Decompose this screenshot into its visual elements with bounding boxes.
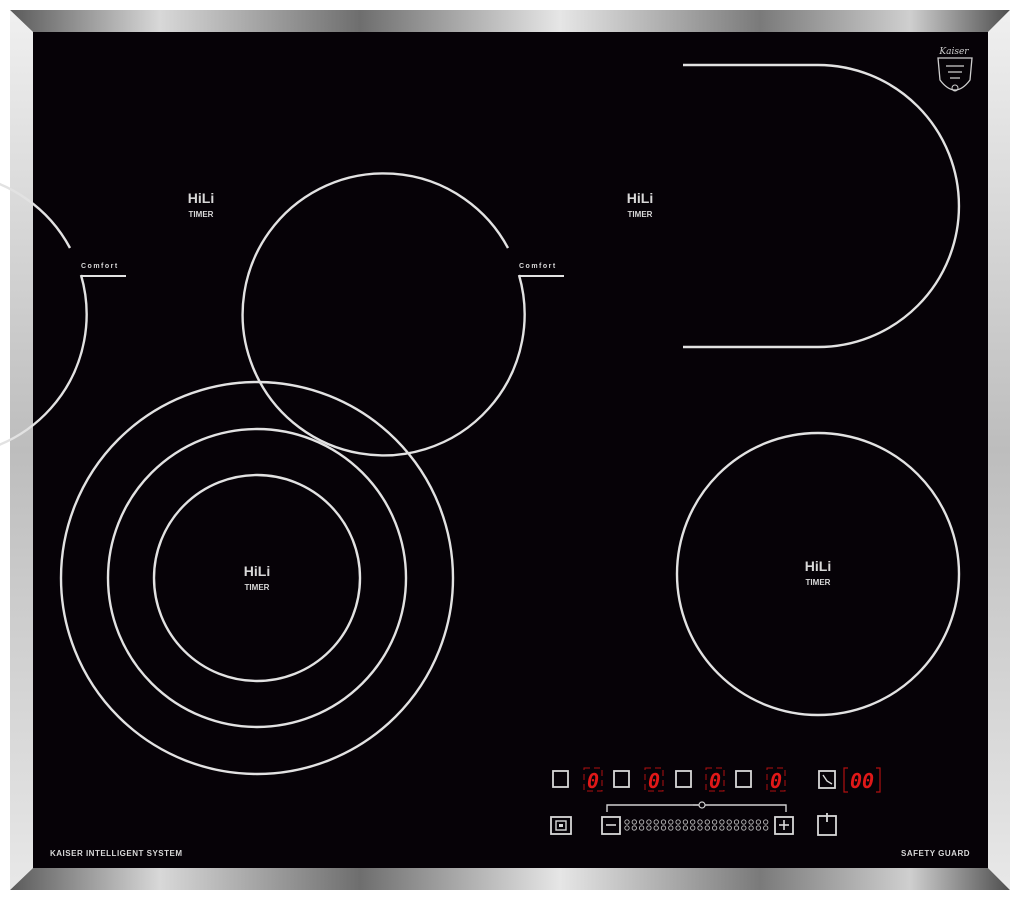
zone-timer-label: TIMER (189, 210, 214, 219)
timer-display: 00 (850, 769, 874, 793)
zone-1-power-display: 0 (587, 769, 599, 793)
comfort-label: Comfort (519, 263, 557, 270)
glass-surface (33, 32, 988, 868)
zone-2-power-display: 0 (648, 769, 660, 793)
cooktop: Kaiser Comfort HiLi TIMER Comfort HiLi T… (0, 10, 1010, 890)
comfort-label: Comfort (81, 263, 119, 270)
zone-timer-label: TIMER (628, 210, 653, 219)
zone-timer-label: TIMER (245, 583, 270, 592)
svg-text:Kaiser: Kaiser (938, 47, 969, 57)
brand-system-label: KAISER INTELLIGENT SYSTEM (50, 849, 183, 858)
zone-4-power-display: 0 (770, 769, 782, 793)
safety-guard-label: SAFETY GUARD (901, 849, 970, 858)
zone-brand-label: HiLi (805, 558, 831, 574)
zone-3-power-display: 0 (709, 769, 721, 793)
zone-brand-label: HiLi (627, 190, 653, 206)
zone-brand-label: HiLi (244, 563, 270, 579)
zone-timer-label: TIMER (806, 578, 831, 587)
zone-brand-label: HiLi (188, 190, 214, 206)
